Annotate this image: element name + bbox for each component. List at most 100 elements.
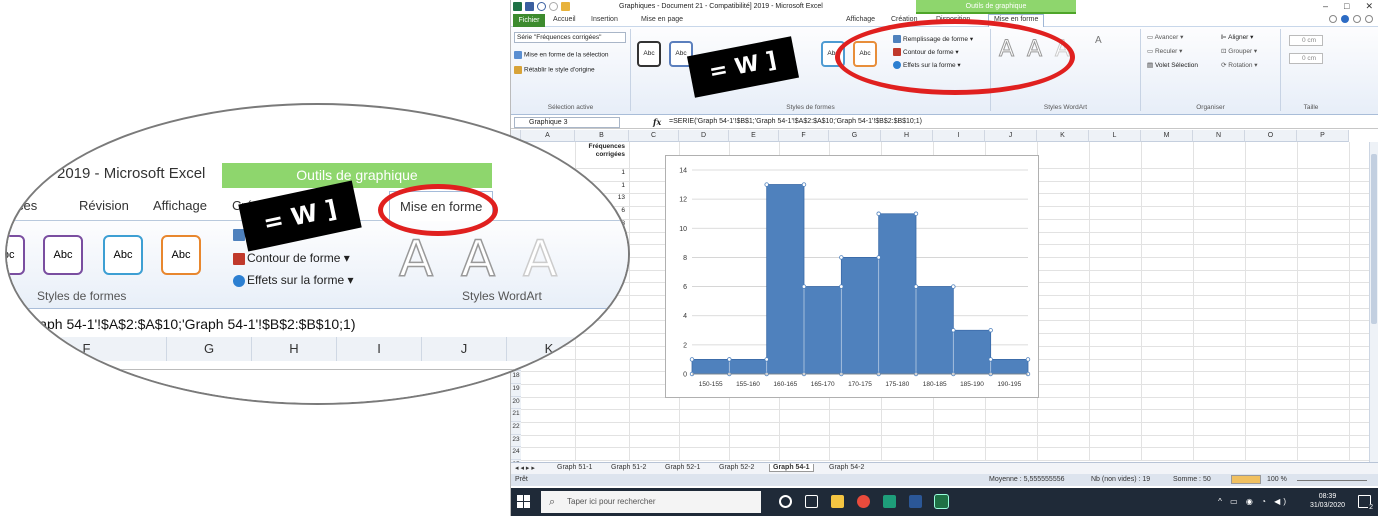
column-header[interactable]: J (985, 130, 1037, 142)
group-button[interactable]: ⊡ Grouper ▾ (1221, 47, 1257, 55)
zoomed-wordart-1[interactable]: A (398, 229, 434, 289)
sheet-nav-arrows[interactable]: ◂ ◂ ▸ ▸ (515, 464, 535, 472)
fx-icon[interactable]: fx (653, 117, 661, 127)
sheet-tab-active[interactable]: Graph 54-1 (769, 464, 814, 472)
quick-access-toolbar (513, 2, 570, 11)
data-point (913, 284, 919, 289)
format-selection-button[interactable]: Mise en forme de la sélection (514, 51, 609, 59)
zoomed-shape-style-2[interactable]: Abc (43, 235, 83, 275)
task-view-icon[interactable] (805, 495, 818, 508)
grid-line (629, 142, 630, 460)
sheet-tab[interactable]: Graph 54-2 (829, 464, 864, 471)
rotate-button[interactable]: ⟳ Rotation ▾ (1221, 61, 1258, 69)
selection-pane-label: Volet Sélection (1154, 62, 1198, 69)
minimize-button[interactable]: – (1323, 1, 1328, 12)
histogram-chart[interactable]: 0 2 4 6 8 10 12 14 150-155 155-160 160-165 165-170 1… (666, 156, 1040, 399)
restore-icon[interactable] (1353, 15, 1361, 23)
word-icon[interactable] (909, 495, 922, 508)
zoomed-shape-style-4[interactable]: Abc (161, 235, 201, 275)
zoomed-tab-revision[interactable]: Révision (79, 198, 129, 213)
status-bar: Prêt Moyenne : 5,555555556 Nb (non vides… (511, 474, 1378, 486)
column-header[interactable]: H (881, 130, 933, 142)
column-header[interactable]: O (1245, 130, 1297, 142)
column-header[interactable]: D (679, 130, 729, 142)
align-button[interactable]: ⊫ Aligner ▾ (1221, 33, 1253, 41)
taskbar-search[interactable]: ⌕ Taper ici pour rechercher (541, 491, 761, 513)
shape-style-1[interactable]: Abc (637, 41, 661, 67)
shape-width-input[interactable]: 0 cm (1289, 53, 1323, 64)
zoomed-wordart-3[interactable]: A (522, 229, 558, 289)
zoomed-tab-partial[interactable]: ces (17, 198, 37, 213)
formula-input[interactable]: =SERIE('Graph 54-1'!$B$1;'Graph 54-1'!$A… (669, 118, 922, 125)
column-header[interactable]: L (1089, 130, 1141, 142)
reset-style-button[interactable]: Rétablir le style d'origine (514, 66, 595, 74)
zoomed-column-header[interactable]: I (337, 337, 422, 361)
cortana-icon[interactable] (779, 495, 792, 508)
file-explorer-icon[interactable] (831, 495, 844, 508)
text-fill-icon[interactable]: A (1095, 35, 1102, 46)
shape-height-input[interactable]: 0 cm (1289, 35, 1323, 46)
chart-container[interactable]: 0 2 4 6 8 10 12 14 150-155 155-160 160-165 165-170 1… (665, 155, 1039, 398)
column-header[interactable]: G (829, 130, 881, 142)
zoomed-column-header[interactable]: K (507, 337, 592, 361)
zoomed-tab-affichage[interactable]: Affichage (153, 198, 207, 213)
column-header[interactable]: F (779, 130, 829, 142)
column-header[interactable]: N (1193, 130, 1245, 142)
zoomed-shape-style-1[interactable]: Abc (7, 235, 25, 275)
open-folder-icon[interactable] (561, 2, 570, 11)
redo-icon[interactable] (549, 2, 558, 11)
column-header[interactable]: C (629, 130, 679, 142)
scroll-thumb[interactable] (1371, 154, 1377, 324)
chrome-icon[interactable] (857, 495, 870, 508)
zoomed-column-header[interactable]: H (252, 337, 337, 361)
help-icon[interactable] (1341, 15, 1349, 23)
tab-accueil[interactable]: Accueil (553, 16, 576, 23)
close-workbook-icon[interactable] (1365, 15, 1373, 23)
sheet-tab[interactable]: Graph 51-1 (557, 464, 592, 471)
zoomed-shape-effects[interactable]: Effets sur la forme ▾ (233, 273, 354, 287)
zoomed-shape-outline[interactable]: Contour de forme ▾ (233, 251, 350, 265)
column-header[interactable]: K (1037, 130, 1089, 142)
close-button[interactable]: ✕ (1365, 1, 1373, 12)
zoomed-column-header[interactable]: F (7, 337, 167, 361)
view-mode-buttons[interactable] (1231, 475, 1261, 484)
sheet-tab[interactable]: Graph 51-2 (611, 464, 646, 471)
grid-line (521, 447, 1369, 449)
start-button[interactable] (517, 495, 531, 509)
row-header[interactable]: 24 (511, 447, 521, 461)
chart-element-dropdown[interactable]: Série "Fréquences corrigées" (514, 32, 626, 43)
tab-mise-en-page[interactable]: Mise en page (641, 16, 683, 23)
zoom-slider[interactable] (1297, 480, 1367, 481)
send-backward-button[interactable]: ▭ Reculer ▾ (1147, 47, 1182, 55)
save-icon[interactable] (525, 2, 534, 11)
sheet-tab[interactable]: Graph 52-1 (665, 464, 700, 471)
search-placeholder: Taper ici pour rechercher (567, 497, 656, 506)
system-tray-icons[interactable]: ^ ▭ ◉ ◔ ◀) (1218, 497, 1289, 506)
tab-fichier[interactable]: Fichier (513, 14, 545, 27)
column-header[interactable]: I (933, 130, 985, 142)
zoomed-column-header[interactable]: G (167, 337, 252, 361)
column-header[interactable]: E (729, 130, 779, 142)
zoomed-wordart-2[interactable]: A (460, 229, 496, 289)
row-header[interactable]: 22 (511, 422, 521, 435)
excel-taskbar-icon[interactable] (934, 494, 949, 509)
vertical-scrollbar[interactable] (1369, 142, 1378, 462)
maximize-button[interactable]: □ (1344, 1, 1349, 12)
clock[interactable]: 08:39 31/03/2020 (1310, 492, 1345, 510)
zoomed-shape-style-3[interactable]: Abc (103, 235, 143, 275)
publisher-icon[interactable] (883, 495, 896, 508)
notification-center-icon[interactable]: 2 (1358, 495, 1374, 511)
column-header[interactable]: M (1141, 130, 1193, 142)
sheet-tab[interactable]: Graph 52-2 (719, 464, 754, 471)
undo-icon[interactable] (537, 2, 546, 11)
tab-insertion[interactable]: Insertion (591, 16, 618, 23)
bring-forward-button[interactable]: ▭ Avancer ▾ (1147, 33, 1183, 41)
row-header[interactable]: 23 (511, 434, 521, 448)
selection-pane-button[interactable]: ▤ Volet Sélection (1147, 61, 1198, 69)
minimize-ribbon-icon[interactable] (1329, 15, 1337, 23)
data-point (876, 255, 881, 260)
column-header[interactable]: P (1297, 130, 1349, 142)
row-header[interactable]: 21 (511, 409, 521, 422)
zoomed-column-header[interactable]: J (422, 337, 507, 361)
tab-affichage[interactable]: Affichage (846, 16, 875, 23)
